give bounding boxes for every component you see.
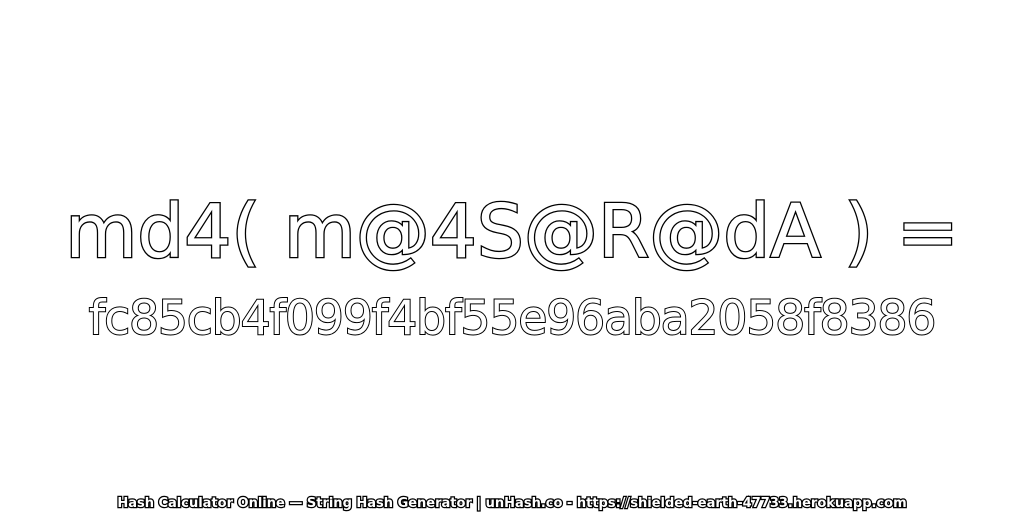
hash-expression: md4( m@4S@R@dA ) = <box>64 188 960 277</box>
site-footer-caption: Hash Calculator Online — String Hash Gen… <box>116 495 908 512</box>
hash-result: fc85cb4f099f4bf55e96aba2058f8386 <box>88 290 938 347</box>
